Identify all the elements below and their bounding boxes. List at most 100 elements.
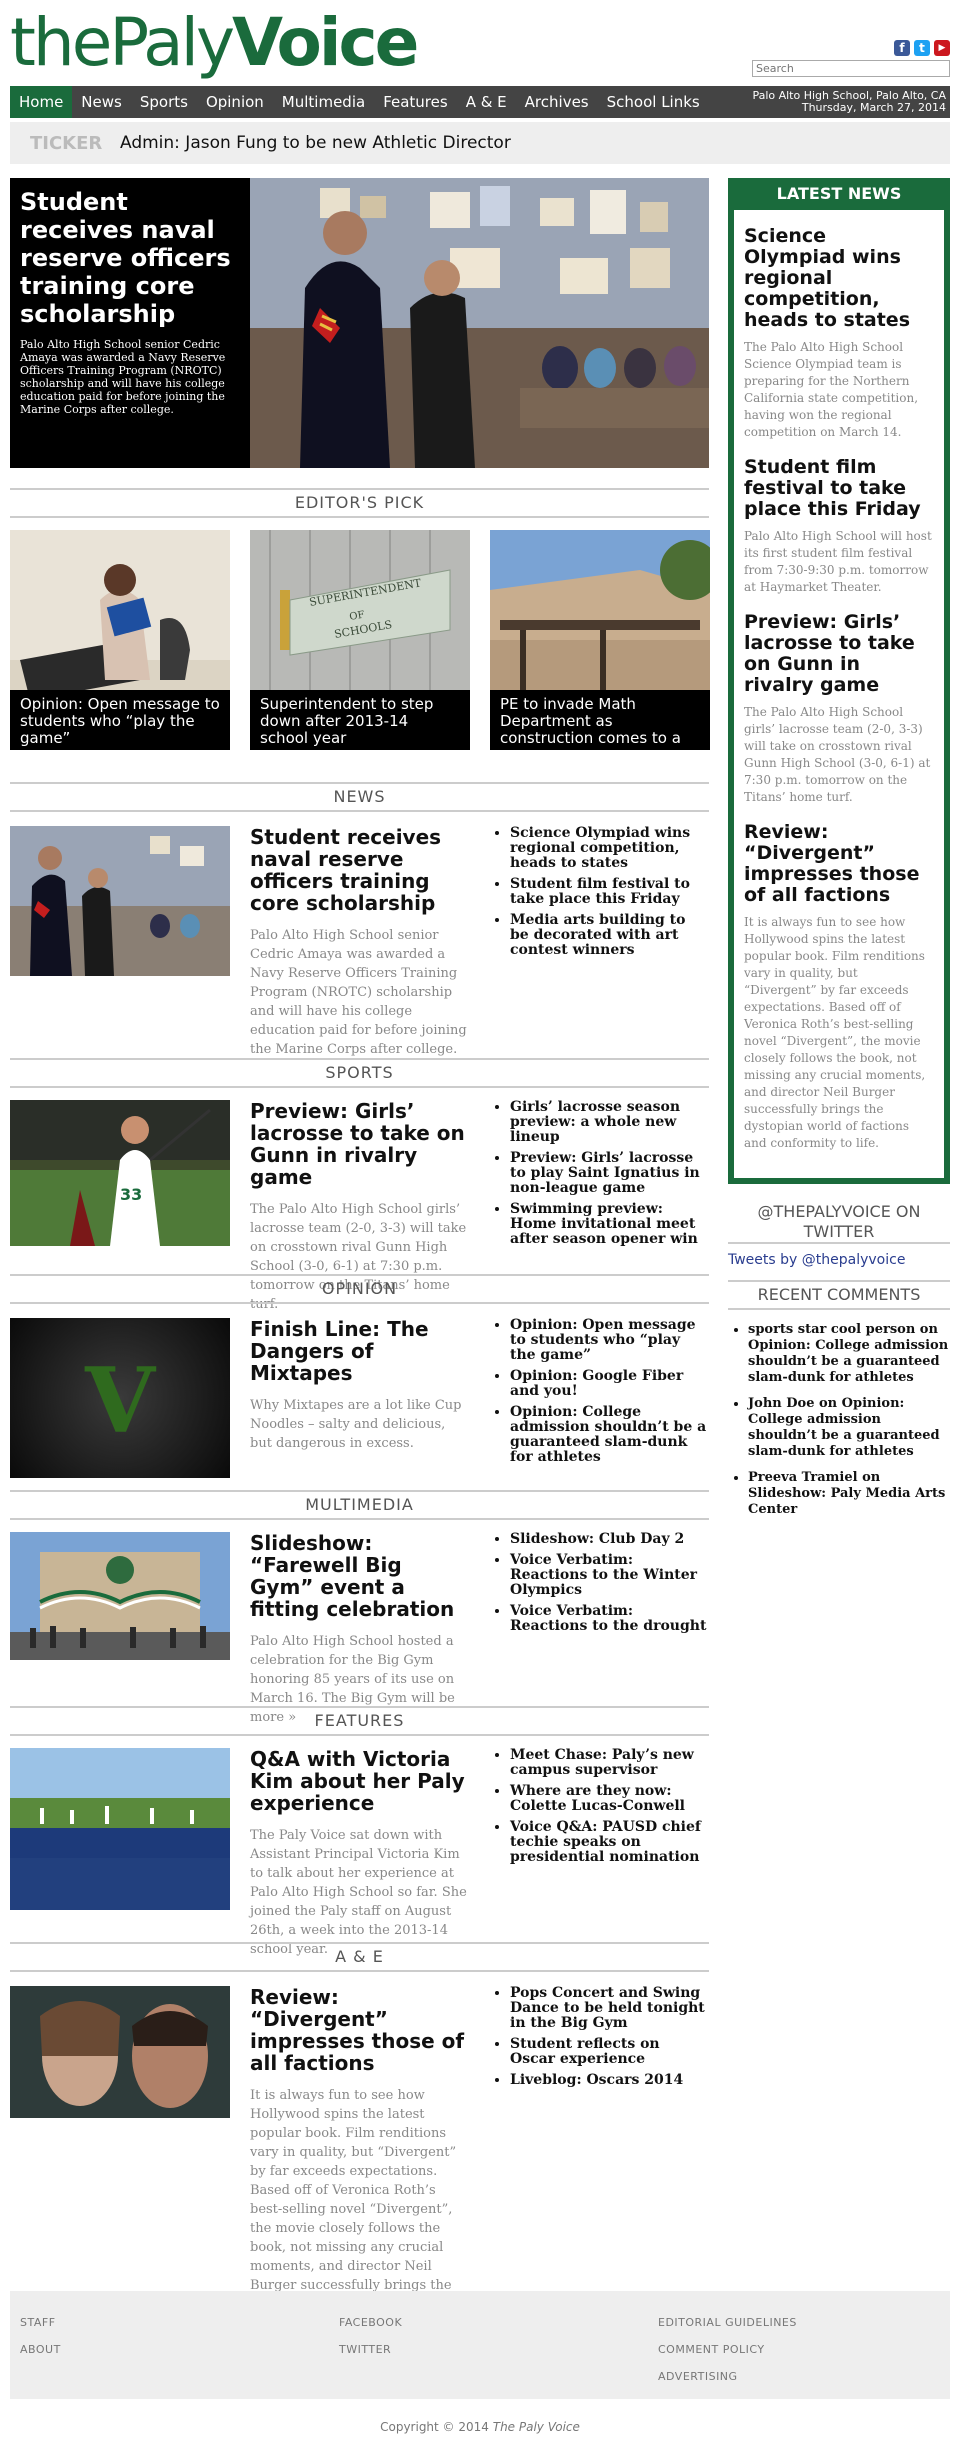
featured-photo[interactable] xyxy=(250,178,709,468)
multimedia-link[interactable]: Slideshow: Club Day 2 xyxy=(510,1532,709,1547)
opinion-thumb[interactable]: V xyxy=(10,1318,230,1478)
svg-text:33: 33 xyxy=(120,1185,142,1204)
multimedia-link[interactable]: Voice Verbatim: Reactions to the drought xyxy=(510,1604,709,1634)
features-link[interactable]: Voice Q&A: PAUSD chief techie speaks on … xyxy=(510,1820,709,1865)
featured-story[interactable]: Student receives naval reserve officers … xyxy=(10,178,709,468)
social-links: f t ▶ xyxy=(894,40,950,56)
features-link[interactable]: Where are they now: Colette Lucas-Conwel… xyxy=(510,1784,709,1814)
ae-title[interactable]: Review: “Divergent” impresses those of a… xyxy=(250,1986,470,2074)
facebook-icon[interactable]: f xyxy=(894,40,910,56)
sports-title[interactable]: Preview: Girls’ lacrosse to take on Gunn… xyxy=(250,1100,470,1188)
opinion-links: Opinion: Open message to students who “p… xyxy=(490,1318,709,1471)
news-link[interactable]: Student film festival to take place this… xyxy=(510,877,709,907)
sports-link[interactable]: Preview: Girls’ lacrosse to play Saint I… xyxy=(510,1151,709,1196)
footer-col: EDITORIAL GUIDELINES COMMENT POLICY ADVE… xyxy=(658,2309,797,2390)
nav-home[interactable]: Home xyxy=(10,86,73,118)
nav-sports[interactable]: Sports xyxy=(131,86,197,118)
sports-link[interactable]: Girls’ lacrosse season preview: a whole … xyxy=(510,1100,709,1145)
latest-news-title[interactable]: Science Olympiad wins regional competiti… xyxy=(744,226,934,331)
featured-title[interactable]: Student receives naval reserve officers … xyxy=(20,188,240,328)
multimedia-links: Slideshow: Club Day 2 Voice Verbatim: Re… xyxy=(490,1532,709,1640)
opinion-link[interactable]: Opinion: College admission shouldn’t be … xyxy=(510,1405,709,1465)
twitter-icon[interactable]: t xyxy=(914,40,930,56)
latest-news-excerpt: Palo Alto High School will host its firs… xyxy=(744,529,932,594)
opinion-link[interactable]: Opinion: Google Fiber and you! xyxy=(510,1369,709,1399)
multimedia-title[interactable]: Slideshow: “Farewell Big Gym” event a fi… xyxy=(250,1532,470,1620)
pick-card[interactable]: SUPERINTENDENT OF SCHOOLS Superintendent… xyxy=(250,530,470,750)
opinion-link[interactable]: Opinion: Open message to students who “p… xyxy=(510,1318,709,1363)
logo-voice: Voice xyxy=(232,4,419,81)
latest-news-title[interactable]: Student film festival to take place this… xyxy=(744,457,934,520)
news-title[interactable]: Student receives naval reserve officers … xyxy=(250,826,470,914)
latest-news-title[interactable]: Review: “Divergent” impresses those of a… xyxy=(744,822,934,906)
latest-news-excerpt: The Palo Alto High School girls’ lacross… xyxy=(744,705,931,804)
latest-news-heading: LATEST NEWS xyxy=(728,178,950,210)
latest-news-item: Preview: Girls’ lacrosse to take on Gunn… xyxy=(734,612,944,806)
masthead: thePalyVoice f t ▶ xyxy=(10,0,950,86)
comment-on: on xyxy=(857,1470,881,1485)
features-title[interactable]: Q&A with Victoria Kim about her Paly exp… xyxy=(250,1748,470,1814)
comment-post-link[interactable]: Opinion: College admission shouldn’t be … xyxy=(748,1338,948,1385)
latest-news-excerpt: The Palo Alto High School Science Olympi… xyxy=(744,340,919,439)
ae-thumb[interactable] xyxy=(10,1986,230,2118)
pick-card[interactable]: PE to invade Math Department as construc… xyxy=(490,530,710,750)
nav-school-links[interactable]: School Links xyxy=(598,86,709,118)
pick-caption[interactable]: PE to invade Math Department as construc… xyxy=(490,690,710,750)
copyright: Copyright © 2014 The Paly Voice xyxy=(0,2420,960,2434)
footer-link-comment-policy[interactable]: COMMENT POLICY xyxy=(658,2336,797,2363)
footer-link-about[interactable]: ABOUT xyxy=(20,2336,61,2363)
pick-caption[interactable]: Opinion: Open message to students who “p… xyxy=(10,690,230,750)
logo-the: the xyxy=(10,4,112,81)
footer-link-advertising[interactable]: ADVERTISING xyxy=(658,2363,797,2390)
footer-link-staff[interactable]: STAFF xyxy=(20,2309,61,2336)
ticker-link[interactable]: Admin: Jason Fung to be new Athletic Dir… xyxy=(120,133,511,153)
featured-text: Student receives naval reserve officers … xyxy=(10,178,250,468)
footer-col: FACEBOOK TWITTER xyxy=(339,2309,402,2363)
latest-news-item: Review: “Divergent” impresses those of a… xyxy=(734,822,944,1152)
comment-item: Preeva Tramiel on Slideshow: Paly Media … xyxy=(748,1470,950,1518)
sports-link[interactable]: Swimming preview: Home invitational meet… xyxy=(510,1202,709,1247)
search-input[interactable] xyxy=(752,60,950,77)
comment-author: sports star cool person xyxy=(748,1322,916,1337)
multimedia-link[interactable]: Voice Verbatim: Reactions to the Winter … xyxy=(510,1553,709,1598)
comment-item: John Doe on Opinion: College admission s… xyxy=(748,1396,950,1460)
sports-links: Girls’ lacrosse season preview: a whole … xyxy=(490,1100,709,1253)
twitter-timeline-link[interactable]: Tweets by @thepalyvoice xyxy=(728,1252,905,1268)
ae-link[interactable]: Liveblog: Oscars 2014 xyxy=(510,2073,709,2088)
nav-archives[interactable]: Archives xyxy=(516,86,598,118)
multimedia-thumb[interactable] xyxy=(10,1532,230,1660)
latest-news-item: Student film festival to take place this… xyxy=(734,457,944,596)
footer-col: STAFF ABOUT xyxy=(20,2309,61,2363)
comment-author: John Doe xyxy=(748,1396,815,1411)
footer-link-facebook[interactable]: FACEBOOK xyxy=(339,2309,402,2336)
nav-news[interactable]: News xyxy=(72,86,131,118)
pick-caption[interactable]: Superintendent to step down after 2013-1… xyxy=(250,690,470,750)
news-excerpt: Palo Alto High School senior Cedric Amay… xyxy=(250,928,467,1057)
features-thumb[interactable] xyxy=(10,1748,230,1910)
features-link[interactable]: Meet Chase: Paly’s new campus supervisor xyxy=(510,1748,709,1778)
nav-multimedia[interactable]: Multimedia xyxy=(273,86,374,118)
site-logo[interactable]: thePalyVoice xyxy=(10,10,419,76)
nav-opinion[interactable]: Opinion xyxy=(197,86,273,118)
ae-link[interactable]: Pops Concert and Swing Dance to be held … xyxy=(510,1986,709,2031)
copyright-site: The Paly Voice xyxy=(492,2420,580,2434)
featured-excerpt: Palo Alto High School senior Cedric Amay… xyxy=(20,338,226,416)
latest-news-excerpt: It is always fun to see how Hollywood sp… xyxy=(744,915,926,1150)
latest-news-title[interactable]: Preview: Girls’ lacrosse to take on Gunn… xyxy=(744,612,934,696)
sports-thumb[interactable]: 33 xyxy=(10,1100,230,1246)
comment-on: on xyxy=(814,1396,842,1411)
youtube-icon[interactable]: ▶ xyxy=(934,40,950,56)
footer-link-guidelines[interactable]: EDITORIAL GUIDELINES xyxy=(658,2309,797,2336)
nav-ae[interactable]: A & E xyxy=(457,86,516,118)
features-excerpt: The Paly Voice sat down with Assistant P… xyxy=(250,1828,467,1957)
ae-link[interactable]: Student reflects on Oscar experience xyxy=(510,2037,709,2067)
nav-features[interactable]: Features xyxy=(374,86,457,118)
comment-post-link[interactable]: Slideshow: Paly Media Arts Center xyxy=(748,1486,945,1517)
news-link[interactable]: Media arts building to be decorated with… xyxy=(510,913,709,958)
news-thumb[interactable] xyxy=(10,826,230,976)
pick-card[interactable]: Opinion: Open message to students who “p… xyxy=(10,530,230,750)
ticker-label: TICKER xyxy=(30,132,103,154)
news-link[interactable]: Science Olympiad wins regional competiti… xyxy=(510,826,709,871)
footer-link-twitter[interactable]: TWITTER xyxy=(339,2336,402,2363)
opinion-title[interactable]: Finish Line: The Dangers of Mixtapes xyxy=(250,1318,470,1384)
